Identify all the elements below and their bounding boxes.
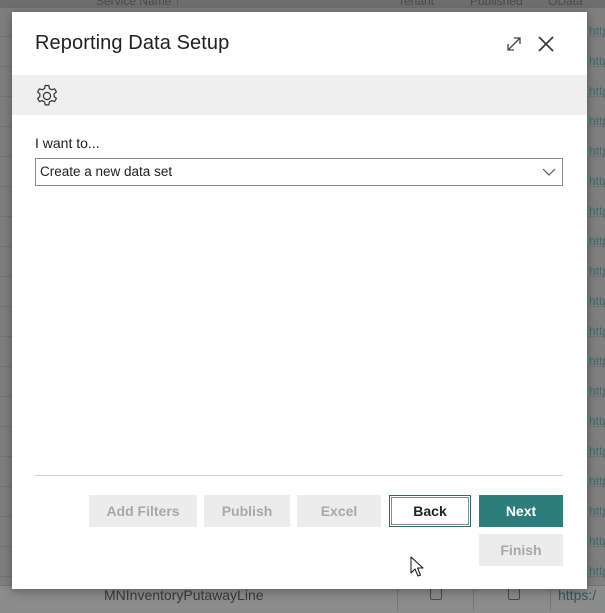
background-row-service-name: MNInventoryPutawayLine <box>104 587 264 603</box>
background-row-link: https: <box>589 444 605 458</box>
background-row-link: https: <box>589 24 605 38</box>
dialog-toolbar <box>12 75 587 115</box>
background-row-link: https: <box>589 384 605 398</box>
i-want-to-label: I want to... <box>35 135 100 151</box>
background-row-published-checkbox[interactable] <box>508 588 520 600</box>
background-row-link: https: <box>589 504 605 518</box>
expand-icon <box>507 37 521 51</box>
background-row-link: https: <box>589 114 605 128</box>
footer-divider <box>35 475 563 476</box>
i-want-to-selected-value: Create a new data set <box>40 164 173 179</box>
close-icon <box>538 36 554 52</box>
gear-icon <box>37 84 57 106</box>
close-button[interactable] <box>535 33 557 55</box>
settings-button[interactable] <box>33 82 61 110</box>
background-row-link: https: <box>589 174 605 188</box>
excel-button[interactable]: Excel <box>297 495 381 527</box>
background-row-tenant-checkbox[interactable] <box>430 588 442 600</box>
background-list-header: Service Name ↑ Tenant Published OData <box>0 0 605 8</box>
background-row-link: https: <box>589 54 605 68</box>
background-row-odata-link[interactable]: https:/ <box>558 587 596 603</box>
background-header-tenant: Tenant <box>398 0 435 8</box>
background-row-link: https: <box>589 264 605 278</box>
background-row-link: https: <box>589 234 605 248</box>
finish-button[interactable]: Finish <box>479 534 563 566</box>
dialog-title: Reporting Data Setup <box>35 32 230 54</box>
background-header-published: Published <box>470 0 523 8</box>
background-row-link: https: <box>589 144 605 158</box>
next-button[interactable]: Next <box>479 495 563 527</box>
back-button[interactable]: Back <box>389 495 471 527</box>
background-header-service-name: Service Name ↑ <box>96 0 181 8</box>
add-filters-button[interactable]: Add Filters <box>89 495 197 527</box>
i-want-to-select[interactable]: Create a new data set <box>35 158 563 186</box>
chevron-down-icon <box>542 168 556 176</box>
background-row-link: https: <box>589 324 605 338</box>
background-header-odata: OData <box>548 0 583 8</box>
expand-button[interactable] <box>503 33 525 55</box>
background-row-link: https: <box>589 294 605 308</box>
background-row-link: https: <box>589 354 605 368</box>
background-row-link: https: <box>589 204 605 218</box>
background-row-link: https: <box>589 534 605 548</box>
background-row-link: https: <box>589 564 605 578</box>
background-row-link: https: <box>589 474 605 488</box>
background-row-link: https: <box>589 84 605 98</box>
background-row-link: https: <box>589 414 605 428</box>
publish-button[interactable]: Publish <box>204 495 290 527</box>
reporting-data-setup-dialog: Reporting Data Setup I want to... Create… <box>12 12 587 589</box>
